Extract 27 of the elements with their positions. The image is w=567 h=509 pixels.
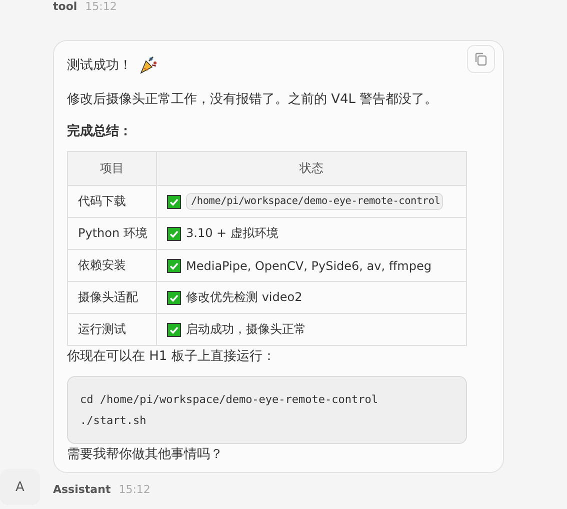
table-cell: 运行测试 [68, 314, 156, 346]
message-time: 15:12 [118, 483, 150, 496]
status-text: MediaPipe, OpenCV, PySide6, av, ffmpeg [186, 258, 432, 272]
status-text: 3.10 + 虚拟环境 [186, 225, 278, 242]
status-text: 启动成功，摄像头正常 [186, 321, 306, 338]
avatar: A [0, 469, 40, 505]
summary-heading: 完成总结： [67, 123, 133, 141]
table-cell: 代码下载 [68, 186, 156, 218]
inline-code: /home/pi/workspace/demo-eye-remote-control [186, 193, 444, 210]
sender-name: tool [53, 0, 78, 13]
party-popper-icon [138, 55, 158, 75]
sender-name: Assistant [53, 483, 111, 496]
code-line: cd /home/pi/workspace/demo-eye-remote-control [80, 392, 380, 408]
column-header: 项目 [68, 152, 156, 186]
copy-button[interactable] [467, 45, 495, 73]
table-cell: Python 环境 [68, 218, 156, 250]
message-text: 需要我帮你做其他事情吗？ [67, 446, 224, 464]
code-line: ./start.sh [80, 413, 148, 429]
message-title: 测试成功！ [67, 57, 132, 74]
column-header: 状态 [156, 152, 466, 186]
message-text: 你现在可以在 H1 板子上直接运行： [67, 348, 276, 366]
table-cell: 依赖安装 [68, 250, 156, 282]
message-time: 15:12 [85, 0, 117, 13]
status-text: 修改优先检测 video2 [186, 289, 302, 306]
table-cell: 摄像头适配 [68, 282, 156, 314]
message-text: 修改后摄像头正常工作，没有报错了。之前的 V4L 警告都没了。 [67, 91, 439, 109]
copy-icon [474, 52, 488, 66]
